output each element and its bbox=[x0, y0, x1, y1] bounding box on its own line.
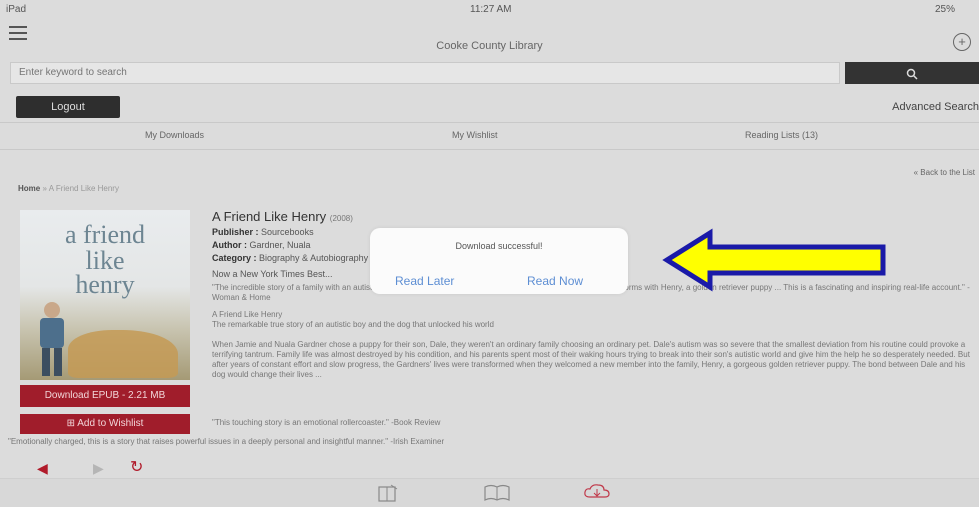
publisher-row: Publisher : Sourcebooks bbox=[212, 227, 314, 237]
category-row: Category : Biography & Autobiography bbox=[212, 253, 368, 263]
wishlist-icon: ⊞ bbox=[66, 418, 75, 429]
advanced-search-link[interactable]: Advanced Search bbox=[892, 101, 979, 113]
nav-my-downloads[interactable]: My Downloads bbox=[145, 130, 204, 140]
page-title: Cooke County Library bbox=[436, 40, 543, 52]
battery-label: 25% bbox=[935, 4, 956, 15]
bottom-tab-bar bbox=[0, 478, 979, 507]
tab-library-icon[interactable] bbox=[375, 483, 401, 503]
add-to-wishlist-button[interactable]: ⊞ Add to Wishlist bbox=[20, 414, 190, 434]
download-epub-button[interactable]: Download EPUB - 2.21 MB bbox=[20, 385, 190, 407]
tab-bookshelf-icon[interactable] bbox=[482, 483, 512, 503]
book-cover: a friend like henry bbox=[20, 210, 190, 380]
book-title-text: A Friend Like Henry bbox=[212, 209, 327, 224]
back-to-list-link[interactable]: « Back to the List bbox=[914, 168, 975, 177]
cover-title-line1: a friend bbox=[64, 220, 146, 249]
breadcrumb: Home » A Friend Like Henry bbox=[18, 184, 119, 193]
search-icon bbox=[906, 68, 918, 80]
cover-title-line3: henry bbox=[75, 270, 135, 299]
book-subtitle: A Friend Like Henry bbox=[212, 310, 283, 319]
forward-arrow-icon[interactable]: ▶ bbox=[93, 460, 104, 477]
boy-illustration bbox=[40, 302, 64, 376]
category-label: Category : bbox=[212, 253, 257, 263]
review-irish-examiner: "Emotionally charged, this is a story th… bbox=[8, 437, 445, 446]
download-alert: Download successful! Read Later Read Now bbox=[370, 228, 628, 294]
refresh-icon[interactable]: ↻ bbox=[130, 457, 143, 477]
read-later-button[interactable]: Read Later bbox=[395, 274, 454, 288]
annotation-arrow bbox=[662, 228, 886, 292]
author-row: Author : Gardner, Nuala bbox=[212, 240, 311, 250]
search-button[interactable] bbox=[845, 62, 979, 84]
tab-downloads-icon[interactable] bbox=[582, 482, 612, 502]
author-value: Gardner, Nuala bbox=[249, 240, 311, 250]
breadcrumb-home[interactable]: Home bbox=[18, 184, 40, 193]
search-input[interactable] bbox=[10, 62, 840, 84]
dog-illustration bbox=[68, 330, 178, 378]
back-arrow-icon[interactable]: ◀ bbox=[37, 460, 48, 477]
menu-icon[interactable] bbox=[9, 26, 27, 40]
nav-my-wishlist[interactable]: My Wishlist bbox=[452, 130, 498, 140]
breadcrumb-current: » A Friend Like Henry bbox=[42, 184, 119, 193]
carrier-label: iPad bbox=[6, 4, 27, 15]
review-book-review: "This touching story is an emotional rol… bbox=[212, 418, 441, 427]
bestseller-note: Now a New York Times Best... bbox=[212, 269, 333, 279]
sub-navigation: My Downloads My Wishlist Reading Lists (… bbox=[0, 122, 979, 150]
publisher-value: Sourcebooks bbox=[261, 227, 314, 237]
book-description: When Jamie and Nuala Gardner chose a pup… bbox=[212, 340, 970, 379]
clock: 11:27 AM bbox=[470, 4, 512, 15]
book-title: A Friend Like Henry (2008) bbox=[212, 209, 353, 224]
book-subtitle-2: The remarkable true story of an autistic… bbox=[212, 320, 494, 329]
status-bar: iPad 11:27 AM 25% bbox=[0, 0, 979, 20]
plus-circle-icon[interactable]: + bbox=[953, 33, 971, 51]
category-value: Biography & Autobiography bbox=[259, 253, 369, 263]
nav-reading-lists[interactable]: Reading Lists (13) bbox=[745, 130, 818, 140]
publisher-label: Publisher : bbox=[212, 227, 259, 237]
author-label: Author : bbox=[212, 240, 247, 250]
book-format: (2008) bbox=[329, 214, 353, 223]
logout-button[interactable]: Logout bbox=[16, 96, 120, 118]
alert-message: Download successful! bbox=[455, 241, 543, 251]
wishlist-label: Add to Wishlist bbox=[77, 418, 144, 429]
read-now-button[interactable]: Read Now bbox=[527, 274, 583, 288]
